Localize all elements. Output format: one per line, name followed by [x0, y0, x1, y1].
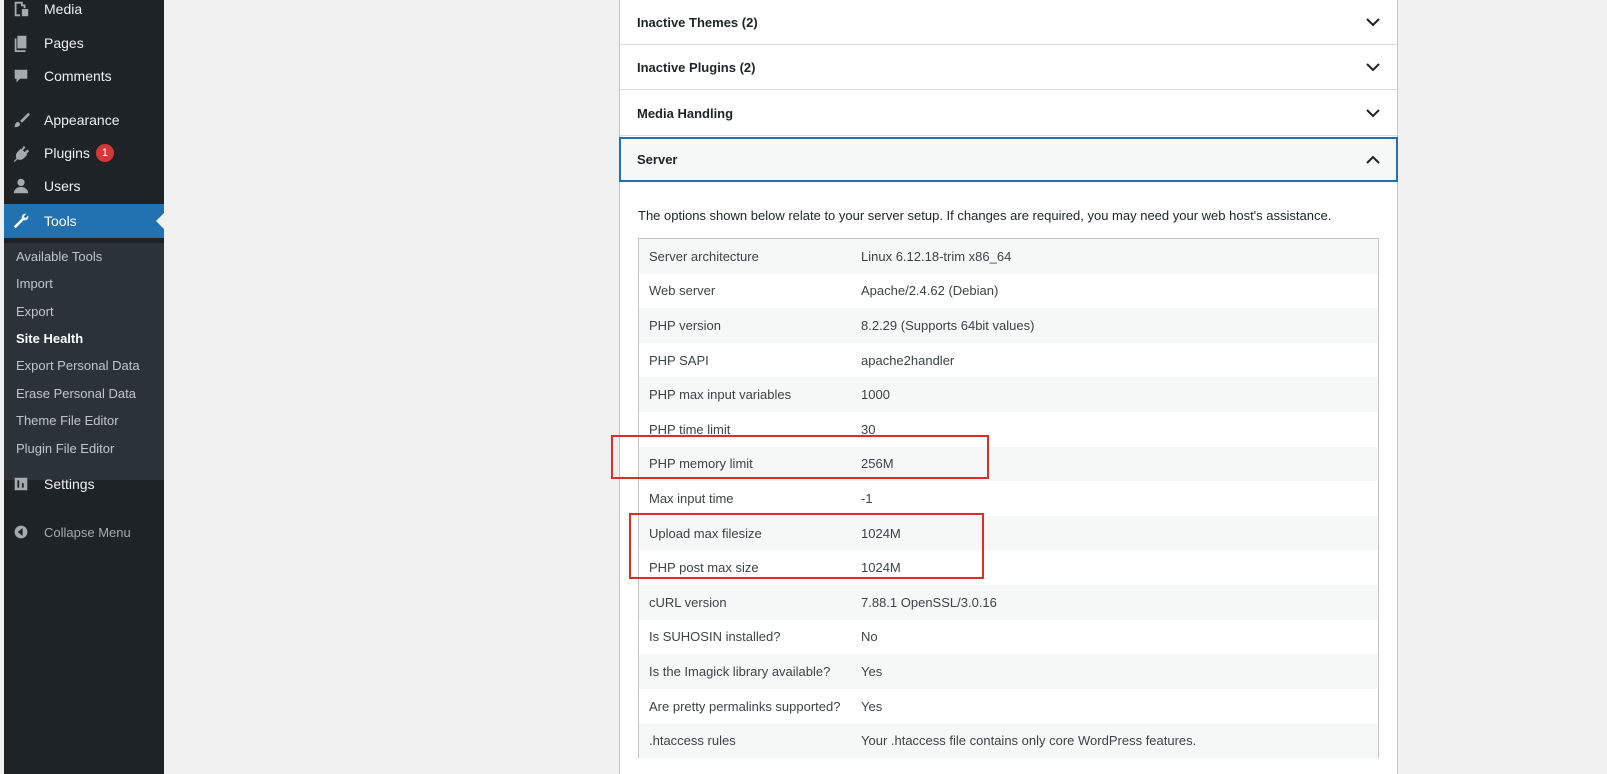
row-value: 30 [861, 421, 876, 437]
row-value: No [861, 629, 878, 645]
collapse-menu-label: Collapse Menu [44, 524, 131, 540]
section-title: Server [637, 152, 678, 167]
table-row: Max input time -1 [639, 481, 1378, 516]
row-value: 8.2.29 (Supports 64bit values) [861, 317, 1035, 333]
table-row: PHP post max size 1024M [639, 550, 1378, 585]
table-row: cURL version 7.88.1 OpenSSL/3.0.16 [639, 584, 1378, 620]
submenu-theme-file-editor[interactable]: Theme File Editor [16, 413, 119, 428]
row-value: 1024M [861, 560, 901, 576]
row-label: Upload max filesize [649, 525, 762, 541]
row-label: PHP time limit [649, 421, 731, 437]
section-title: Inactive Plugins (2) [637, 59, 756, 75]
table-row: Is the Imagick library available? Yes [639, 654, 1378, 689]
admin-sidebar: Media Pages Comments Appearance Plugins … [4, 0, 164, 774]
row-label: PHP SAPI [649, 352, 709, 368]
row-value: 1000 [861, 387, 890, 403]
row-label: Is SUHOSIN installed? [649, 629, 781, 645]
menu-users-label: Users [44, 178, 81, 194]
row-label: cURL version [649, 594, 727, 610]
row-value: Linux 6.12.18-trim x86_64 [861, 248, 1012, 264]
table-row: Web server Apache/2.4.62 (Debian) [639, 274, 1378, 309]
submenu-export-personal-data[interactable]: Export Personal Data [16, 358, 140, 373]
settings-icon [4, 475, 38, 493]
chevron-down-icon [1366, 18, 1380, 27]
row-value: Yes [861, 698, 883, 714]
menu-comments-label: Comments [44, 68, 112, 84]
menu-pages-label: Pages [44, 35, 84, 51]
row-value: Apache/2.4.62 (Debian) [861, 283, 999, 299]
paintbrush-icon [4, 111, 38, 129]
plugins-update-badge: 1 [95, 144, 114, 162]
submenu-plugin-file-editor[interactable]: Plugin File Editor [16, 441, 114, 456]
row-value: 1024M [861, 525, 901, 541]
menu-media-label: Media [44, 1, 83, 17]
row-label: PHP max input variables [649, 387, 792, 403]
menu-tools-label: Tools [44, 213, 77, 229]
row-label: .htaccess rules [649, 733, 736, 749]
table-row: .htaccess rules Your .htaccess file conta… [639, 723, 1378, 758]
submenu-site-health[interactable]: Site Health [16, 331, 83, 346]
row-value: Your .htaccess file contains only core W… [861, 733, 1197, 749]
table-row: PHP memory limit 256M [639, 446, 1378, 482]
table-row: Upload max filesize 1024M [639, 515, 1378, 551]
section-media-handling[interactable]: Media Handling [620, 91, 1397, 136]
comments-icon [4, 67, 38, 85]
tools-submenu: Available Tools Import Export Site Healt… [4, 243, 164, 480]
menu-appearance-label: Appearance [44, 112, 120, 128]
table-row: PHP time limit 30 [639, 412, 1378, 447]
section-server[interactable]: Server [619, 137, 1398, 182]
chevron-up-icon [1366, 155, 1380, 164]
row-label: Max input time [649, 490, 734, 506]
section-title: Inactive Themes (2) [637, 14, 758, 30]
row-label: Server architecture [649, 248, 759, 264]
site-health-accordion: Inactive Themes (2) Inactive Plugins (2)… [619, 0, 1398, 774]
server-description: The options shown below relate to your s… [638, 208, 1332, 223]
submenu-export[interactable]: Export [16, 304, 54, 319]
table-row: PHP SAPI apache2handler [639, 343, 1378, 378]
row-label: PHP version [649, 317, 722, 333]
table-row: PHP max input variables 1000 [639, 377, 1378, 412]
row-label: PHP memory limit [649, 456, 753, 472]
menu-plugins-label: Plugins [44, 145, 90, 161]
row-label: Web server [649, 283, 716, 299]
submenu-import[interactable]: Import [16, 276, 53, 291]
section-inactive-themes[interactable]: Inactive Themes (2) [620, 0, 1397, 45]
menu-settings[interactable]: Settings [4, 467, 164, 501]
section-inactive-plugins[interactable]: Inactive Plugins (2) [620, 45, 1397, 90]
table-row: PHP version 8.2.29 (Supports 64bit values… [639, 308, 1378, 343]
menu-plugins[interactable]: Plugins 1 [4, 136, 164, 170]
menu-tools[interactable]: Tools [4, 204, 164, 238]
menu-users[interactable]: Users [4, 169, 164, 203]
wrench-icon [4, 212, 38, 230]
chevron-down-icon [1366, 63, 1380, 72]
submenu-erase-personal-data[interactable]: Erase Personal Data [16, 386, 136, 401]
menu-appearance[interactable]: Appearance [4, 103, 164, 137]
menu-settings-label: Settings [44, 476, 95, 492]
users-icon [4, 177, 38, 195]
row-value: 256M [861, 456, 894, 472]
table-row: Are pretty permalinks supported? Yes [639, 689, 1378, 724]
row-value: 7.88.1 OpenSSL/3.0.16 [861, 594, 997, 610]
menu-media[interactable]: Media [4, 0, 164, 26]
row-label: Are pretty permalinks supported? [649, 698, 841, 714]
menu-comments[interactable]: Comments [4, 59, 164, 93]
menu-pages[interactable]: Pages [4, 26, 164, 60]
row-label: Is the Imagick library available? [649, 663, 831, 679]
pages-icon [4, 34, 38, 52]
section-title: Media Handling [637, 105, 734, 121]
server-info-table: Server architecture Linux 6.12.18-trim x8… [638, 238, 1379, 758]
plugin-icon [4, 144, 38, 162]
row-label: PHP post max size [649, 560, 759, 576]
submenu-available-tools[interactable]: Available Tools [16, 249, 102, 264]
chevron-down-icon [1366, 109, 1380, 118]
row-value: apache2handler [861, 352, 955, 368]
collapse-menu-button[interactable]: Collapse Menu [4, 517, 164, 547]
collapse-arrow-icon [4, 524, 38, 540]
table-row: Server architecture Linux 6.12.18-trim x8… [639, 239, 1378, 274]
table-row: Is SUHOSIN installed? No [639, 620, 1378, 655]
row-value: Yes [861, 663, 883, 679]
row-value: -1 [861, 490, 873, 506]
media-icon [4, 0, 38, 18]
